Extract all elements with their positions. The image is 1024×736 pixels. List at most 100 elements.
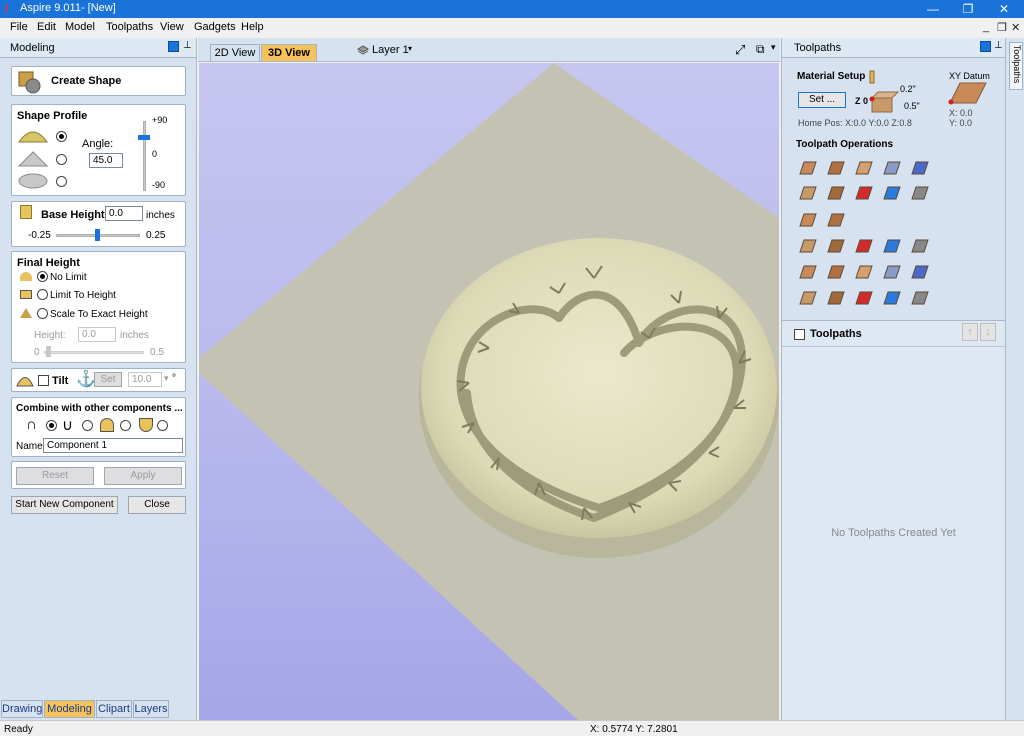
angle-slider-thumb[interactable] (138, 135, 150, 140)
profile-flat-radio[interactable] (56, 176, 67, 187)
move-down-arrow-icon[interactable]: ↓ (980, 323, 996, 341)
tab-modeling[interactable]: Modeling (44, 700, 95, 718)
menu-model[interactable]: Model (65, 21, 95, 33)
tilt-angle-input[interactable]: 10.0 (128, 372, 162, 387)
save-toolpath-icon[interactable] (910, 288, 930, 308)
toolpaths-pin-icon[interactable] (980, 41, 991, 52)
combine-low-icon[interactable] (139, 418, 153, 432)
fluting-op-icon[interactable] (798, 183, 818, 203)
combine-merge-radio[interactable] (120, 420, 131, 431)
save-layout-icon[interactable] (798, 262, 818, 282)
menu-file[interactable]: File (10, 21, 28, 33)
time-estimate-icon[interactable] (826, 288, 846, 308)
no-limit-radio[interactable] (37, 271, 48, 282)
drilling-op-icon[interactable] (854, 158, 874, 178)
postprocessor-icon[interactable] (882, 288, 902, 308)
mdi-restore-button[interactable]: ❐ (997, 21, 1007, 34)
3d-scene[interactable] (199, 63, 779, 721)
dome-profile-icon[interactable] (18, 127, 48, 143)
profile-cone-radio[interactable] (56, 154, 67, 165)
view-expand-icon[interactable]: ⤢ (735, 42, 745, 58)
combine-subtract-icon[interactable]: ∪ (62, 416, 73, 434)
preview-toolpaths-icon[interactable] (798, 236, 818, 256)
delete-toolpath-icon[interactable] (882, 236, 902, 256)
flat-profile-icon[interactable] (18, 173, 48, 189)
base-height-slider-thumb[interactable] (95, 229, 100, 241)
mdi-close-button[interactable]: ✕ (1011, 21, 1020, 34)
view-align-icon[interactable]: ⧉ (756, 42, 765, 57)
close-panel-button[interactable]: Close (128, 496, 186, 514)
3d-roughing-op-icon[interactable] (826, 210, 846, 230)
toolpath-templates-icon[interactable] (854, 262, 874, 282)
view-dropdown-icon[interactable]: ▾ (771, 42, 776, 53)
cone-profile-icon[interactable] (18, 151, 48, 167)
scale-height-radio[interactable] (37, 308, 48, 319)
toolpaths-select-all-checkbox[interactable] (794, 329, 805, 340)
panel-pin-icon[interactable] (168, 41, 179, 52)
combine-subtract-radio[interactable] (82, 420, 93, 431)
minimize-button[interactable]: — (915, 0, 951, 18)
component-name-input[interactable]: Component 1 (43, 438, 183, 453)
combine-add-radio[interactable] (46, 420, 57, 431)
quick-engrave-op-icon[interactable] (854, 183, 874, 203)
tab-2d-view[interactable]: 2D View (210, 44, 260, 61)
layer-selector[interactable]: Layer 1 (372, 44, 409, 56)
edit-toolpath-icon[interactable] (826, 236, 846, 256)
tab-3d-view[interactable]: 3D View (261, 44, 317, 61)
tab-clipart[interactable]: Clipart (96, 700, 132, 718)
height-input[interactable]: 0.0 (78, 327, 116, 342)
menu-gadgets[interactable]: Gadgets (194, 21, 236, 33)
profile-op-icon[interactable] (798, 158, 818, 178)
3d-viewport[interactable] (199, 63, 779, 721)
menu-edit[interactable]: Edit (37, 21, 56, 33)
vcarve-op-icon[interactable] (882, 158, 902, 178)
mdi-minimize-button[interactable]: _ (983, 21, 989, 33)
calculate-toolpaths-icon[interactable] (910, 236, 930, 256)
menu-view[interactable]: View (160, 21, 184, 33)
prism-op-icon[interactable] (826, 183, 846, 203)
moulding-op-icon[interactable] (910, 183, 930, 203)
texture-op-icon[interactable] (798, 210, 818, 230)
combine-add-icon[interactable]: ∩ (26, 416, 37, 433)
apply-button[interactable]: Apply (104, 467, 182, 485)
profile-dome-radio[interactable] (56, 131, 67, 142)
xy-datum-icon[interactable] (946, 81, 988, 105)
menu-help[interactable]: Help (241, 21, 264, 33)
toolpath-summary-icon[interactable] (854, 236, 874, 256)
panel-autohide-icon[interactable]: ⊥ (183, 40, 192, 51)
layer-dropdown-icon[interactable]: ▾ (408, 44, 412, 53)
no-limit-label[interactable]: No Limit (50, 272, 87, 283)
material-set-button[interactable]: Set ... (798, 92, 846, 108)
limit-height-label[interactable]: Limit To Height (50, 290, 116, 301)
toolpaths-autohide-icon[interactable]: ⊥ (994, 40, 1003, 51)
height-slider-thumb[interactable] (46, 346, 51, 357)
create-shape-section[interactable]: Create Shape (11, 66, 186, 96)
restore-button[interactable]: ❐ (950, 0, 986, 18)
scale-height-label[interactable]: Scale To Exact Height (50, 309, 148, 320)
combine-merge-icon[interactable] (100, 418, 114, 432)
combine-low-radio[interactable] (157, 420, 168, 431)
height-slider-track[interactable] (44, 351, 144, 354)
tab-layers[interactable]: Layers (133, 700, 169, 718)
tilt-set-button[interactable]: Set (94, 372, 122, 387)
toolpaths-side-tab[interactable]: Toolpaths (1009, 42, 1023, 90)
limit-height-radio[interactable] (37, 289, 48, 300)
material-setup-icon[interactable] (854, 288, 874, 308)
export-template-icon[interactable] (910, 262, 930, 282)
move-up-arrow-icon[interactable]: ↑ (962, 323, 978, 341)
angle-slider-track[interactable] (143, 121, 146, 191)
pocket-op-icon[interactable] (826, 158, 846, 178)
engrave-op-icon[interactable] (910, 158, 930, 178)
menu-toolpaths[interactable]: Toolpaths (106, 21, 153, 33)
base-height-input[interactable]: 0.0 (105, 206, 143, 221)
import-template-icon[interactable] (882, 262, 902, 282)
close-window-button[interactable]: ✕ (986, 0, 1022, 18)
tilt-checkbox[interactable] (38, 375, 49, 386)
tool-database-icon[interactable] (798, 288, 818, 308)
tab-drawing[interactable]: Drawing (1, 700, 43, 718)
inlay-op-icon[interactable] (882, 183, 902, 203)
reset-button[interactable]: Reset (16, 467, 94, 485)
angle-input[interactable]: 45.0 (89, 153, 123, 168)
merge-toolpaths-icon[interactable] (826, 262, 846, 282)
start-new-component-button[interactable]: Start New Component (11, 496, 118, 514)
